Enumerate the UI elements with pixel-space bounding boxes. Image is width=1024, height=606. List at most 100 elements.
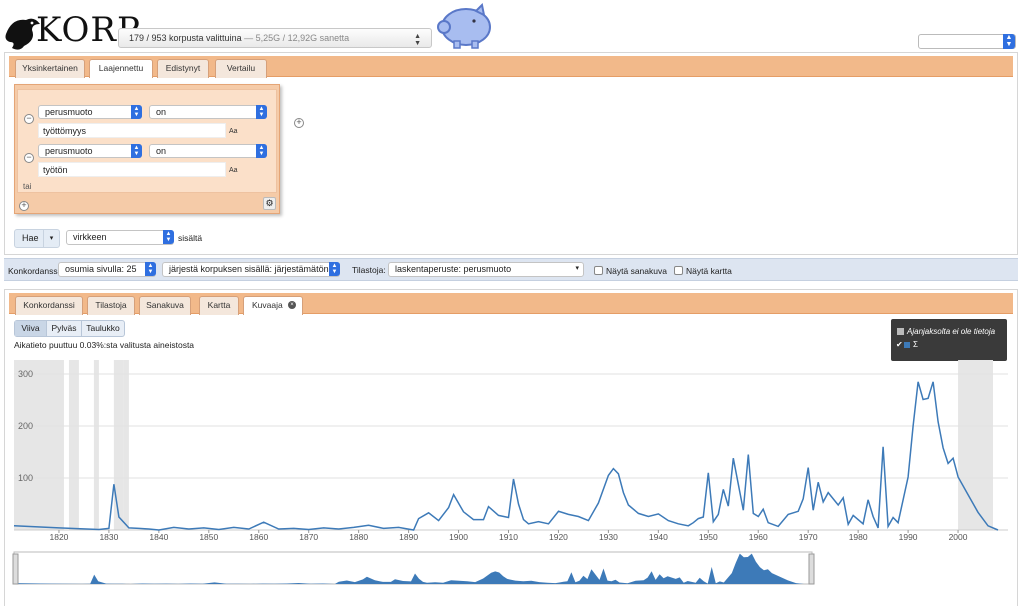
x-tick-label: 1940 (649, 532, 668, 542)
x-tick-label: 1960 (749, 532, 768, 542)
range-slider-chart[interactable] (0, 550, 1024, 590)
caret-down-icon[interactable]: ▾ (43, 230, 59, 247)
remove-row-icon[interactable]: − (24, 153, 34, 163)
or-label[interactable]: tai (23, 182, 31, 191)
attribute-select[interactable]: perusmuoto ▲ ▼ (38, 144, 142, 158)
search-tabbar: Yksinkertainen Laajennettu Edistynyt Ver… (9, 56, 1013, 78)
tab-wordpicture[interactable]: Sanakuva (139, 296, 191, 315)
corpus-count: 179 / 953 korpusta valittuina (129, 33, 242, 43)
no-data-band (958, 360, 994, 530)
range-handle-right[interactable] (808, 553, 815, 585)
y-tick-label: 100 (18, 473, 33, 483)
check-icon[interactable]: ✔ (896, 340, 903, 349)
no-data-band (93, 360, 99, 530)
range-handle-left[interactable] (12, 553, 19, 585)
series-line (13, 381, 999, 531)
x-tick-label: 1910 (499, 532, 518, 542)
x-tick-label: 1870 (299, 532, 318, 542)
no-data-label: Ajanjaksolta ei ole tietoja (907, 327, 996, 336)
scope-suffix: sisältä (178, 233, 203, 243)
wordpic-label: Näytä sanakuva (606, 266, 667, 276)
updown-arrows-icon: ▲ ▼ (256, 144, 267, 158)
map-checkbox[interactable] (674, 266, 683, 275)
updown-arrows-icon: ▲ ▼ (131, 105, 142, 119)
value-input[interactable]: työtön (38, 162, 226, 177)
missing-time-note: Aikatieto puuttuu 0.03%:sta valitusta ai… (14, 340, 195, 350)
operator-select[interactable]: on ▲ ▼ (149, 144, 267, 158)
x-tick-label: 1980 (849, 532, 868, 542)
y-tick-label: 200 (18, 421, 33, 431)
x-tick-label: 1820 (49, 532, 68, 542)
x-tick-label: 1830 (99, 532, 118, 542)
x-tick-label: 1840 (149, 532, 168, 542)
updown-arrows-icon: ▲ ▼ (145, 262, 156, 276)
wordpic-checkbox[interactable] (594, 266, 603, 275)
updown-arrows-icon: ▲ ▼ (163, 230, 174, 244)
mode-bar-button[interactable]: Pylväs (47, 321, 82, 336)
tab-compare[interactable]: Vertailu (215, 59, 267, 78)
map-label: Näytä kartta (686, 266, 732, 276)
operator-select[interactable]: on ▲ ▼ (149, 105, 267, 119)
x-tick-label: 1860 (249, 532, 268, 542)
x-tick-label: 1970 (799, 532, 818, 542)
stats-base-select[interactable]: laskentaperuste: perusmuoto ▾ (388, 262, 584, 277)
settings-gear-icon[interactable]: ⚙ (263, 197, 276, 210)
concordance-label: Konkordanssi: (8, 266, 62, 276)
x-tick-label: 1890 (399, 532, 418, 542)
no-data-band (14, 360, 64, 530)
remove-row-icon[interactable]: − (24, 114, 34, 124)
line-chart: 100 200 300 1820 1830 1840 1850 1860 1870 1880 189… (13, 360, 1008, 542)
case-toggle[interactable]: Aa (229, 167, 238, 174)
updown-arrows-icon: ▲ ▼ (329, 262, 340, 276)
sort-select[interactable]: järjestä korpuksen sisällä: järjestämätö… (162, 262, 340, 277)
tab-advanced[interactable]: Edistynyt (157, 59, 209, 78)
series-swatch (904, 342, 910, 348)
no-data-swatch (897, 328, 904, 335)
tab-extended[interactable]: Laajennettu (89, 59, 153, 78)
x-tick-label: 1920 (549, 532, 568, 542)
x-tick-label: 1990 (899, 532, 918, 542)
search-button[interactable]: Hae ▾ (14, 229, 60, 248)
add-token-icon[interactable]: + (19, 201, 29, 211)
mode-line-button[interactable]: Viiva (15, 321, 47, 336)
scope-select[interactable]: virkkeen ▲ ▼ (66, 230, 174, 245)
no-data-band (123, 360, 129, 530)
tab-concordance[interactable]: Konkordanssi (15, 296, 83, 315)
mode-table-button[interactable]: Taulukko (82, 321, 124, 336)
series-label[interactable]: Σ (913, 340, 918, 349)
updown-arrows-icon: ▲ ▼ (256, 105, 267, 119)
query-builder: − perusmuoto ▲ ▼ on ▲ ▼ työttömyys Aa − peru… (14, 84, 280, 214)
options-toolbar: Konkordanssi: osumia sivulla: 25 ▲ ▼ järje… (4, 258, 1018, 281)
no-data-band (68, 360, 79, 530)
x-tick-label: 1950 (699, 532, 718, 542)
no-data-band (113, 360, 124, 530)
tab-map[interactable]: Kartta (199, 296, 239, 315)
updown-arrows-icon: ▲ ▼ (1003, 34, 1015, 49)
add-token-icon[interactable]: + (294, 118, 304, 128)
hits-per-page-select[interactable]: osumia sivulla: 25 ▲ ▼ (58, 262, 156, 277)
attribute-select[interactable]: perusmuoto ▲ ▼ (38, 105, 142, 119)
caret-down-icon: ▾ (575, 265, 579, 272)
x-tick-label: 2000 (949, 532, 968, 542)
tab-graph[interactable]: Kuvaaja × (243, 296, 303, 315)
updown-arrows-icon: ▲ ▼ (131, 144, 142, 158)
updown-arrows-icon: ▲ ▼ (414, 33, 421, 47)
korp-logo: KORP (2, 8, 140, 52)
language-selector[interactable]: ▲ ▼ (918, 34, 1016, 49)
value-input[interactable]: työttömyys (38, 123, 226, 138)
stats-label: Tilastoja: (352, 265, 386, 275)
tab-statistics[interactable]: Tilastoja (87, 296, 135, 315)
y-tick-label: 300 (18, 369, 33, 379)
corpus-token-count: — 5,25G / 12,92G sanetta (241, 33, 350, 43)
results-tabbar: Konkordanssi Tilastoja Sanakuva Kartta K… (9, 293, 1013, 315)
chart-legend: Ajanjaksolta ei ole tietoja ✔ Σ (891, 319, 1007, 361)
case-toggle[interactable]: Aa (229, 128, 238, 135)
x-tick-label: 1930 (599, 532, 618, 542)
chart-mode-group: Viiva Pylväs Taulukko (14, 320, 125, 337)
x-tick-label: 1880 (349, 532, 368, 542)
tab-simple[interactable]: Yksinkertainen (15, 59, 85, 78)
piggy-bank-icon[interactable] (432, 3, 496, 49)
token-box: − perusmuoto ▲ ▼ on ▲ ▼ työttömyys Aa − peru… (17, 89, 277, 193)
corpus-selector[interactable]: 179 / 953 korpusta valittuina — 5,25G / … (118, 28, 432, 48)
close-tab-icon[interactable]: × (288, 301, 296, 309)
